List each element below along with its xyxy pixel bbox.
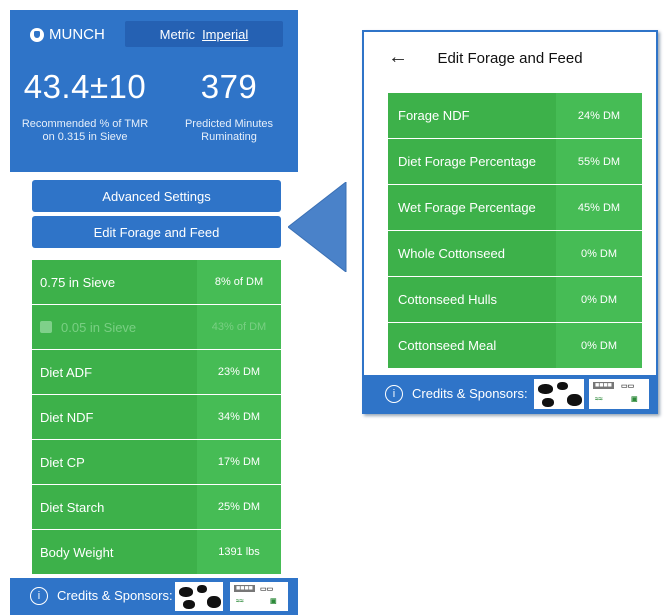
row-value[interactable]: 55% DM — [556, 139, 642, 184]
row-value[interactable]: 45% DM — [556, 185, 642, 230]
list-item[interactable]: Diet Starch 25% DM — [32, 485, 281, 529]
credits-label[interactable]: Credits & Sponsors: — [412, 386, 528, 401]
row-label: Diet ADF — [32, 350, 197, 394]
unit-imperial[interactable]: Imperial — [202, 27, 248, 42]
sponsor-logo-2: ■■■■ ▭▭ ≈≈ ▣ — [589, 379, 649, 409]
diet-input-list: 0.75 in Sieve 8% of DM 0.05 in Sieve 43%… — [32, 260, 281, 575]
sponsor-logo-1 — [175, 582, 223, 611]
row-value[interactable]: 0% DM — [556, 231, 642, 276]
brand-name: MUNCH — [49, 26, 105, 43]
sponsor-logo-1 — [534, 379, 584, 409]
row-label: 0.75 in Sieve — [32, 260, 197, 304]
forage-feed-list: Forage NDF 24% DM Diet Forage Percentage… — [388, 93, 642, 369]
list-item[interactable]: Diet Forage Percentage 55% DM — [388, 139, 642, 184]
row-label: Cottonseed Meal — [388, 323, 556, 368]
row-value[interactable]: 8% of DM — [197, 260, 281, 304]
row-label: Cottonseed Hulls — [388, 277, 556, 322]
row-value[interactable]: 1391 lbs — [197, 530, 281, 574]
sponsor-2-band: ■■■■ — [593, 382, 614, 389]
sponsor-2-leaf-icon: ≈≈ — [236, 598, 244, 605]
brand: MUNCH — [30, 26, 105, 43]
row-label: 0.05 in Sieve — [61, 319, 137, 335]
recommended-tmr-caption-line1: Recommended % of TMR — [21, 118, 149, 130]
list-item[interactable]: Forage NDF 24% DM — [388, 93, 642, 138]
list-item[interactable]: Cottonseed Meal 0% DM — [388, 323, 642, 368]
row-label: Whole Cottonseed — [388, 231, 556, 276]
cow-pattern-icon — [177, 584, 221, 609]
predicted-minutes-value: 379 — [200, 68, 258, 105]
sponsor-2-mark: ▭▭ — [621, 383, 635, 390]
recommended-tmr-caption-line2: on 0.315 in Sieve — [42, 131, 128, 143]
list-item[interactable]: Cottonseed Hulls 0% DM — [388, 277, 642, 322]
unit-metric[interactable]: Metric — [160, 27, 195, 42]
credits-label[interactable]: Credits & Sponsors: — [57, 588, 173, 603]
row-value[interactable]: 23% DM — [197, 350, 281, 394]
list-item[interactable]: Wet Forage Percentage 45% DM — [388, 185, 642, 230]
row-label-with-checkbox: 0.05 in Sieve — [32, 305, 197, 349]
row-label: Diet Starch — [32, 485, 197, 529]
row-value[interactable]: 25% DM — [197, 485, 281, 529]
unit-toggle[interactable]: Metric Imperial — [125, 21, 283, 47]
list-item[interactable]: 0.75 in Sieve 8% of DM — [32, 260, 281, 304]
list-item[interactable]: Diet ADF 23% DM — [32, 350, 281, 394]
row-label: Diet NDF — [32, 395, 197, 439]
list-item[interactable]: 0.05 in Sieve 43% of DM — [32, 305, 281, 349]
recommended-tmr-caption: Recommended % of TMR on 0.315 in Sieve — [10, 118, 160, 144]
page-title: Edit Forage and Feed — [437, 50, 583, 67]
main-screen: MUNCH Metric Imperial 43.4±10 379 Recomm… — [10, 10, 298, 615]
sponsor-2-band: ■■■■ — [234, 585, 255, 592]
row-value[interactable]: 24% DM — [556, 93, 642, 138]
row-label: Diet Forage Percentage — [388, 139, 556, 184]
footer-bar: i Credits & Sponsors: ■■■■ ▭▭ ≈≈ ▣ — [10, 578, 298, 615]
edit-forage-screen: ← Edit Forage and Feed Forage NDF 24% DM… — [362, 30, 658, 414]
list-item[interactable]: Diet NDF 34% DM — [32, 395, 281, 439]
sponsor-2-mark: ▭▭ — [260, 586, 274, 593]
row-label: Wet Forage Percentage — [388, 185, 556, 230]
row-value[interactable]: 43% of DM — [197, 305, 281, 349]
footer-bar: i Credits & Sponsors: ■■■■ ▭▭ ≈≈ ▣ — [364, 375, 656, 412]
edit-forage-feed-button[interactable]: Edit Forage and Feed — [32, 216, 281, 248]
row-value[interactable]: 34% DM — [197, 395, 281, 439]
row-label: Body Weight — [32, 530, 197, 574]
list-item[interactable]: Diet CP 17% DM — [32, 440, 281, 484]
sponsor-2-badge-icon: ▣ — [270, 598, 277, 605]
sponsor-logo-2: ■■■■ ▭▭ ≈≈ ▣ — [230, 582, 288, 611]
row-value[interactable]: 0% DM — [556, 323, 642, 368]
sponsor-2-leaf-icon: ≈≈ — [595, 396, 603, 403]
checkbox-icon[interactable] — [40, 321, 52, 333]
sponsor-2-badge-icon: ▣ — [631, 396, 638, 403]
list-item[interactable]: Body Weight 1391 lbs — [32, 530, 281, 574]
predicted-minutes-caption-line2: Ruminating — [201, 131, 257, 143]
row-label: Diet CP — [32, 440, 197, 484]
cow-pattern-icon — [536, 381, 582, 407]
callout-arrow-icon — [288, 182, 347, 272]
advanced-settings-button[interactable]: Advanced Settings — [32, 180, 281, 212]
row-value[interactable]: 0% DM — [556, 277, 642, 322]
info-icon[interactable]: i — [385, 385, 403, 403]
info-icon[interactable]: i — [30, 587, 48, 605]
predicted-minutes-caption-line1: Predicted Minutes — [184, 118, 274, 130]
row-value[interactable]: 17% DM — [197, 440, 281, 484]
summary-header: MUNCH Metric Imperial 43.4±10 379 Recomm… — [10, 10, 298, 172]
list-item[interactable]: Whole Cottonseed 0% DM — [388, 231, 642, 276]
row-label: Forage NDF — [388, 93, 556, 138]
munch-logo-icon — [30, 27, 44, 42]
recommended-tmr-value: 43.4±10 — [23, 68, 147, 105]
predicted-minutes-caption: Predicted Minutes Ruminating — [160, 118, 298, 144]
